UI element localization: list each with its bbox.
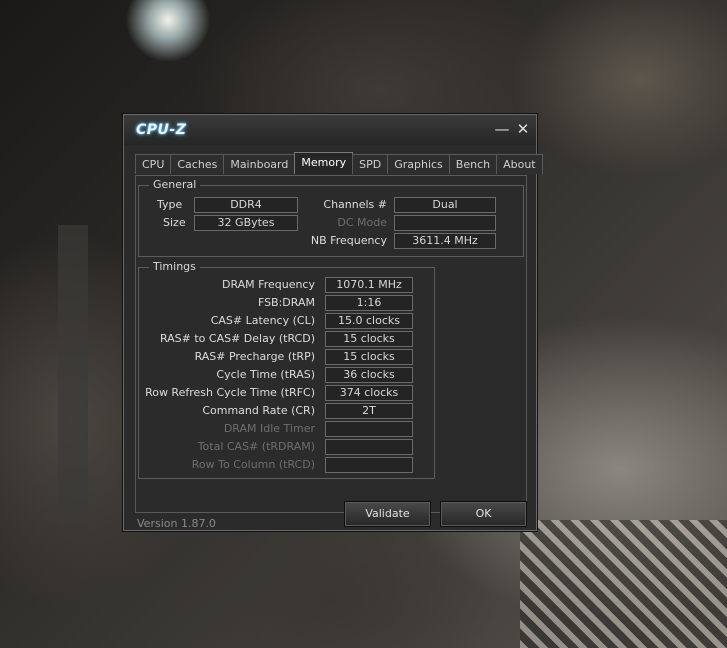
cpuz-window: CPU-Z — ✕ CPU Caches Mainboard Memory SP… bbox=[123, 114, 543, 531]
row-refresh-label: Row Refresh Cycle Time (tRFC) bbox=[145, 386, 315, 399]
type-label: Type bbox=[157, 198, 183, 211]
tab-bench[interactable]: Bench bbox=[448, 154, 498, 174]
timings-group: Timings DRAM Frequency 1070.1 MHz FSB:DR… bbox=[138, 260, 435, 479]
app-title: CPU-Z bbox=[136, 122, 187, 138]
size-label: Size bbox=[163, 216, 186, 229]
tab-about[interactable]: About bbox=[496, 154, 543, 174]
ras-precharge-label: RAS# Precharge (tRP) bbox=[194, 350, 315, 363]
general-group: General Type DDR4 Size 32 GBytes Channel… bbox=[138, 178, 524, 257]
row-refresh-field: 374 clocks bbox=[325, 385, 413, 401]
minimize-icon[interactable]: — bbox=[492, 120, 512, 138]
version-text: Version 1.87.0 bbox=[137, 517, 216, 530]
timings-group-title: Timings bbox=[149, 260, 200, 273]
dc-mode-field bbox=[394, 215, 496, 231]
type-field: DDR4 bbox=[194, 197, 298, 213]
total-cas-field bbox=[325, 439, 413, 455]
title-bar[interactable]: CPU-Z — ✕ bbox=[124, 115, 536, 145]
channels-label: Channels # bbox=[323, 198, 387, 211]
tab-memory[interactable]: Memory bbox=[294, 152, 354, 174]
row-to-column-label: Row To Column (tRCD) bbox=[191, 458, 315, 471]
background-pole bbox=[58, 225, 88, 525]
tab-caches[interactable]: Caches bbox=[170, 154, 225, 174]
dram-idle-timer-field bbox=[325, 421, 413, 437]
memory-panel: General Type DDR4 Size 32 GBytes Channel… bbox=[135, 175, 527, 513]
ras-precharge-field: 15 clocks bbox=[325, 349, 413, 365]
dram-frequency-label: DRAM Frequency bbox=[221, 278, 315, 291]
dram-idle-timer-label: DRAM Idle Timer bbox=[223, 422, 315, 435]
tab-bar: CPU Caches Mainboard Memory SPD Graphics… bbox=[135, 152, 543, 175]
row-to-column-field bbox=[325, 457, 413, 473]
channels-field: Dual bbox=[394, 197, 496, 213]
ras-to-cas-label: RAS# to CAS# Delay (tRCD) bbox=[159, 332, 315, 345]
tab-spd[interactable]: SPD bbox=[352, 154, 389, 174]
tab-cpu[interactable]: CPU bbox=[135, 154, 172, 174]
fsb-dram-label: FSB:DRAM bbox=[257, 296, 315, 309]
fsb-dram-field: 1:16 bbox=[325, 295, 413, 311]
tab-mainboard[interactable]: Mainboard bbox=[223, 154, 296, 174]
close-icon[interactable]: ✕ bbox=[513, 120, 533, 138]
ok-button[interactable]: OK bbox=[440, 501, 527, 527]
ras-to-cas-field: 15 clocks bbox=[325, 331, 413, 347]
command-rate-label: Command Rate (CR) bbox=[202, 404, 315, 417]
nb-frequency-label: NB Frequency bbox=[310, 234, 387, 247]
general-group-title: General bbox=[149, 178, 201, 191]
validate-button[interactable]: Validate bbox=[344, 501, 431, 527]
dc-mode-label: DC Mode bbox=[337, 216, 387, 229]
background-pattern bbox=[520, 520, 727, 648]
size-field: 32 GBytes bbox=[194, 215, 298, 231]
cas-latency-field: 15.0 clocks bbox=[325, 313, 413, 329]
cas-latency-label: CAS# Latency (CL) bbox=[210, 314, 315, 327]
command-rate-field: 2T bbox=[325, 403, 413, 419]
total-cas-label: Total CAS# (tRDRAM) bbox=[197, 440, 315, 453]
tab-graphics[interactable]: Graphics bbox=[387, 154, 450, 174]
cycle-time-field: 36 clocks bbox=[325, 367, 413, 383]
cycle-time-label: Cycle Time (tRAS) bbox=[216, 368, 315, 381]
dram-frequency-field: 1070.1 MHz bbox=[325, 277, 413, 293]
nb-frequency-field: 3611.4 MHz bbox=[394, 233, 496, 249]
